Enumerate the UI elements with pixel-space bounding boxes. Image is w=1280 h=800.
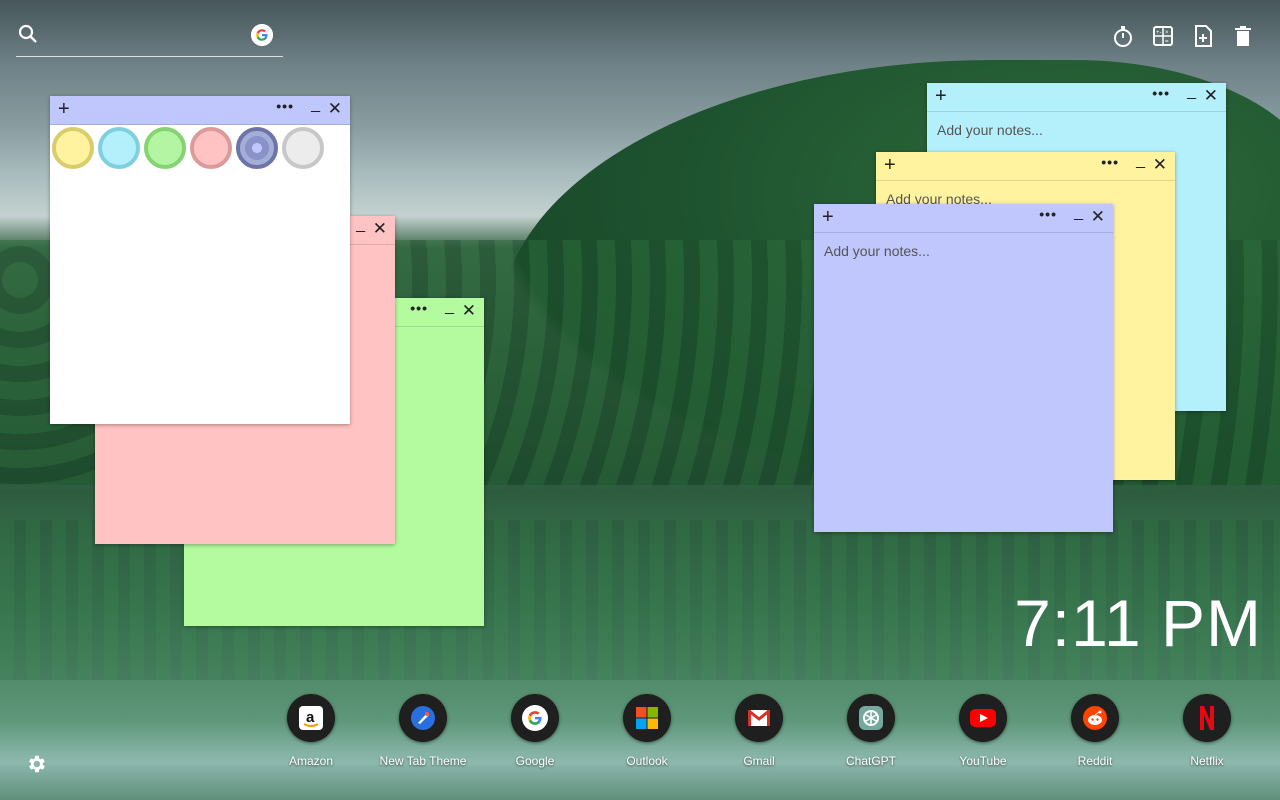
gmail-icon — [735, 694, 783, 742]
settings-gear-icon[interactable] — [25, 753, 47, 775]
svg-text:×: × — [1165, 30, 1169, 36]
note-toolbar: + ••• _ ✕ — [814, 204, 1113, 233]
note-toolbar: + ••• _ ✕ — [876, 152, 1175, 181]
close-icon[interactable]: ✕ — [1153, 155, 1167, 175]
app-new-tab-theme[interactable]: New Tab Theme — [367, 694, 479, 768]
close-icon[interactable]: ✕ — [462, 301, 476, 321]
color-swatch-blue[interactable] — [236, 127, 278, 169]
youtube-icon — [959, 694, 1007, 742]
minimize-icon[interactable]: _ — [1187, 83, 1196, 101]
app-label: Netflix — [1190, 754, 1224, 768]
close-icon[interactable]: ✕ — [328, 99, 342, 119]
minimize-icon[interactable]: _ — [311, 96, 320, 114]
search-icon[interactable] — [18, 24, 38, 44]
svg-text:+-: +- — [1156, 30, 1162, 36]
color-swatch-gray[interactable] — [282, 127, 324, 169]
app-outlook[interactable]: Outlook — [591, 694, 703, 768]
note-toolbar: + ••• _ ✕ — [50, 96, 350, 125]
app-label: New Tab Theme — [379, 754, 467, 768]
more-options-icon[interactable]: ••• — [1101, 154, 1119, 170]
microsoft-icon — [623, 694, 671, 742]
app-google[interactable]: Google — [479, 694, 591, 768]
calculator-icon[interactable]: +- × = — [1152, 24, 1174, 48]
minimize-icon[interactable]: _ — [445, 298, 454, 316]
app-label: ChatGPT — [845, 754, 896, 768]
chatgpt-icon — [847, 694, 895, 742]
app-amazon[interactable]: a Amazon — [255, 694, 367, 768]
app-label: Gmail — [743, 754, 775, 768]
app-reddit[interactable]: Reddit — [1039, 694, 1151, 768]
minimize-icon[interactable]: _ — [356, 216, 365, 234]
top-toolbar: +- × = — [1112, 24, 1254, 48]
more-options-icon[interactable]: ••• — [276, 98, 294, 114]
amazon-icon: a — [287, 694, 335, 742]
close-icon[interactable]: ✕ — [373, 219, 387, 239]
app-label: Google — [515, 754, 555, 768]
add-note-icon[interactable]: + — [822, 207, 834, 227]
app-label: Outlook — [626, 754, 668, 768]
app-gmail[interactable]: Gmail — [703, 694, 815, 768]
google-icon — [511, 694, 559, 742]
color-picker — [50, 125, 350, 169]
add-note-icon[interactable]: + — [58, 99, 70, 119]
app-netflix[interactable]: Netflix — [1151, 694, 1263, 768]
note-white[interactable]: + ••• _ ✕ — [50, 96, 350, 424]
reddit-icon — [1071, 694, 1119, 742]
search-input[interactable] — [52, 24, 256, 48]
color-swatch-cyan[interactable] — [98, 127, 140, 169]
add-note-icon[interactable]: + — [935, 86, 947, 106]
svg-text:=: = — [1165, 39, 1169, 45]
timer-icon[interactable] — [1112, 24, 1134, 48]
google-icon[interactable] — [251, 24, 273, 46]
color-swatch-green[interactable] — [144, 127, 186, 169]
note-toolbar: + ••• _ ✕ — [927, 83, 1226, 112]
trash-icon[interactable] — [1232, 24, 1254, 48]
app-chatgpt[interactable]: ChatGPT — [815, 694, 927, 768]
search-bar — [16, 22, 283, 57]
more-options-icon[interactable]: ••• — [1152, 85, 1170, 101]
note-blue[interactable]: + ••• _ ✕ Add your notes... — [814, 204, 1113, 532]
more-options-icon[interactable]: ••• — [410, 300, 428, 316]
netflix-icon — [1183, 694, 1231, 742]
app-youtube[interactable]: YouTube — [927, 694, 1039, 768]
app-label: Reddit — [1077, 754, 1113, 768]
note-text[interactable]: Add your notes... — [927, 112, 1226, 148]
close-icon[interactable]: ✕ — [1204, 86, 1218, 106]
clock: 7:11 PM — [1014, 586, 1262, 660]
close-icon[interactable]: ✕ — [1091, 207, 1105, 227]
new-note-icon[interactable] — [1192, 24, 1214, 48]
new-tab-theme-icon — [399, 694, 447, 742]
minimize-icon[interactable]: _ — [1136, 152, 1145, 170]
svg-text:a: a — [306, 709, 315, 726]
minimize-icon[interactable]: _ — [1074, 204, 1083, 222]
color-swatch-pink[interactable] — [190, 127, 232, 169]
app-label: Amazon — [288, 754, 334, 768]
app-label: YouTube — [959, 754, 1007, 768]
add-note-icon[interactable]: + — [884, 155, 896, 175]
color-swatch-yellow[interactable] — [52, 127, 94, 169]
app-dock: a Amazon New Tab Theme Google Outlook Gm… — [255, 694, 1265, 768]
more-options-icon[interactable]: ••• — [1039, 206, 1057, 222]
note-text[interactable]: Add your notes... — [814, 233, 1113, 269]
